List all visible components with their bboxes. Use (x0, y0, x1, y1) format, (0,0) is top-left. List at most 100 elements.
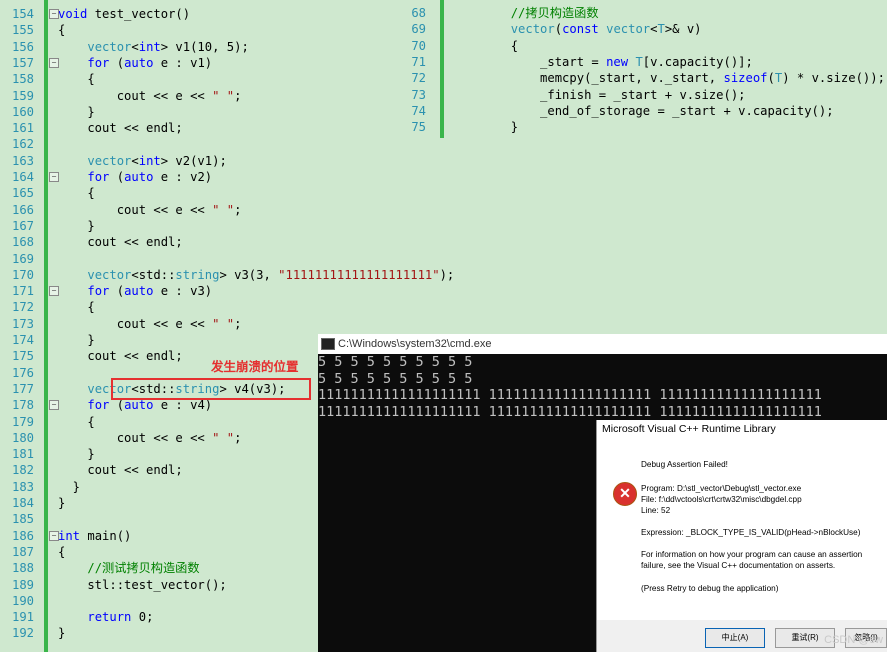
line-number: 158 (11, 72, 34, 87)
change-bar-right (440, 0, 444, 138)
code-text: memcpy(_start, v._start, sizeof(T) * v.s… (452, 71, 885, 86)
code-text: } (58, 479, 81, 494)
console-title: C:\Windows\system32\cmd.exe (338, 338, 492, 350)
code-text: cout << e << " "; (58, 316, 242, 331)
watermark: CSDN @sw (824, 634, 883, 646)
line-number: 186 (11, 528, 34, 543)
code-text: cout << endl; (58, 349, 183, 364)
dialog-info-2: failure, see the Visual C++ documentatio… (641, 561, 836, 570)
line-number: 190 (11, 593, 34, 608)
dialog-info-1: For information on how your program can … (641, 550, 863, 559)
code-text: { (58, 72, 95, 87)
dialog-retry-hint: (Press Retry to debug the application) (641, 584, 779, 593)
console-output: 5 5 5 5 5 5 5 5 5 5 5 5 5 5 5 5 5 5 5 5 … (318, 354, 822, 420)
code-text: { (58, 414, 95, 429)
line-number: 161 (11, 121, 34, 136)
code-text: } (58, 447, 95, 462)
line-number: 168 (11, 235, 34, 250)
code-text: //拷贝构造函数 (510, 6, 599, 20)
dialog-line: Line: 52 (641, 506, 671, 515)
line-number: 174 (11, 333, 34, 347)
line-number: 175 (11, 349, 34, 364)
crash-highlight-box (111, 378, 311, 400)
code-text: cout << endl; (58, 235, 183, 250)
line-number: 192 (11, 626, 34, 641)
error-icon: ✕ (613, 482, 637, 506)
line-number: 176 (11, 365, 34, 380)
line-number: 157 (11, 55, 34, 70)
code-text: vector<std::string> v3(3, "1111111111111… (87, 267, 455, 282)
line-number: 171 (11, 284, 34, 299)
code-text: cout << endl; (58, 121, 183, 136)
line-number: 159 (11, 88, 34, 103)
line-number: 163 (11, 153, 34, 168)
fold-toggle-icon[interactable]: − (49, 286, 59, 297)
line-number: 156 (11, 39, 34, 54)
dialog-program: Program: D:\stl_vector\Debug\stl_vector.… (641, 484, 802, 493)
fold-toggle-icon[interactable]: − (49, 400, 59, 411)
code-text: vector<int> v2(v1); (87, 153, 227, 168)
code-text: int main() (58, 528, 132, 543)
line-number: 72 (411, 71, 426, 86)
line-number: 169 (11, 251, 34, 266)
line-number: 69 (411, 22, 426, 37)
fold-toggle-icon[interactable]: − (49, 530, 59, 541)
line-number: 178 (11, 398, 34, 413)
code-text: } (58, 496, 66, 510)
line-number: 172 (11, 300, 34, 315)
line-number: 181 (11, 447, 34, 462)
code-text: } (58, 333, 95, 347)
code-text: } (452, 120, 519, 135)
console-icon (321, 338, 335, 350)
dialog-file: File: f:\dd\vctools\crt\crtw32\misc\dbgd… (641, 495, 802, 504)
fold-toggle-icon[interactable]: − (49, 9, 59, 19)
line-number: 191 (11, 610, 34, 625)
code-text: return 0; (87, 610, 154, 625)
line-number: 185 (11, 512, 34, 527)
code-text: for (auto e : v2) (87, 170, 213, 184)
line-number: 162 (11, 137, 34, 152)
code-text: vector<int> v1(10, 5); (87, 39, 249, 54)
code-text: } (58, 626, 66, 641)
code-text: { (58, 544, 66, 559)
code-text: cout << e << " "; (58, 202, 242, 217)
line-number: 164 (11, 170, 34, 184)
line-number: 70 (411, 38, 426, 53)
line-number: 73 (411, 87, 426, 102)
code-text: cout << e << " "; (58, 88, 242, 103)
line-number: 165 (11, 186, 34, 201)
line-number: 180 (11, 430, 34, 445)
line-number: 177 (11, 381, 34, 396)
code-text: _start = new T[v.capacity()]; (452, 54, 753, 69)
code-text: //测试拷贝构造函数 (87, 561, 200, 576)
line-number: 74 (411, 103, 426, 118)
line-number: 173 (11, 316, 34, 331)
line-number: 182 (11, 463, 34, 478)
line-number: 167 (11, 218, 34, 233)
code-text: { (58, 23, 66, 38)
code-text: { (452, 38, 519, 53)
line-number: 170 (11, 267, 34, 282)
console-titlebar[interactable]: C:\Windows\system32\cmd.exe (318, 334, 887, 354)
fold-toggle-icon[interactable]: − (49, 57, 59, 68)
code-text: stl::test_vector(); (58, 577, 227, 592)
fold-toggle-icon[interactable]: − (49, 172, 59, 182)
abort-button[interactable]: 中止(A) (705, 628, 765, 648)
line-number: 68 (411, 6, 426, 20)
code-text: void test_vector() (58, 7, 191, 21)
code-text: cout << endl; (58, 463, 183, 478)
line-number: 188 (11, 561, 34, 576)
line-number: 183 (11, 479, 34, 494)
dialog-body: ✕ Debug Assertion Failed! Program: D:\st… (597, 442, 887, 652)
line-number: 179 (11, 414, 34, 429)
assertion-dialog[interactable]: Microsoft Visual C++ Runtime Library ✕ D… (596, 420, 887, 652)
change-bar (44, 0, 48, 652)
line-number: 166 (11, 202, 34, 217)
line-number: 189 (11, 577, 34, 592)
dialog-title: Microsoft Visual C++ Runtime Library (597, 420, 887, 442)
code-text: _finish = _start + v.size(); (452, 87, 746, 102)
code-text: vector(const vector<T>& v) (510, 22, 702, 37)
line-number: 71 (411, 54, 426, 69)
code-text: { (58, 186, 95, 201)
code-text: } (58, 218, 95, 233)
